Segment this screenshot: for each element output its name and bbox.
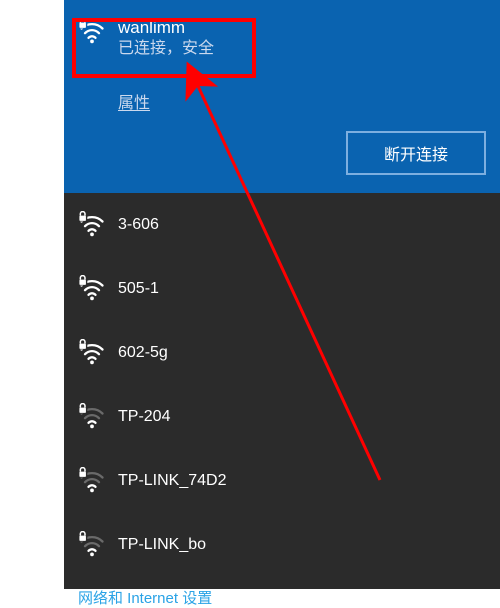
wifi-secure-icon bbox=[78, 467, 106, 495]
network-item[interactable]: TP-LINK_bo bbox=[64, 513, 500, 577]
network-item[interactable]: 3-606 bbox=[64, 193, 500, 257]
properties-label: 属性 bbox=[118, 95, 150, 112]
network-item[interactable]: TP-204 bbox=[64, 385, 500, 449]
properties-link[interactable]: 属性 bbox=[118, 89, 150, 113]
wifi-secure-icon bbox=[78, 339, 106, 367]
disconnect-row: 断开连接 bbox=[78, 131, 486, 175]
wifi-secure-icon bbox=[78, 403, 106, 431]
disconnect-button[interactable]: 断开连接 bbox=[346, 131, 486, 175]
wifi-flyout-panel: wanlimm 已连接，安全 属性 断开连接 3-606 bbox=[64, 0, 500, 589]
network-settings-link[interactable]: 网络和 Internet 设置 bbox=[64, 577, 500, 608]
network-item[interactable]: 505-1 bbox=[64, 257, 500, 321]
connected-status: 已连接，安全 bbox=[118, 38, 214, 60]
connected-header-row: wanlimm 已连接，安全 bbox=[78, 18, 486, 61]
network-ssid: 505-1 bbox=[118, 280, 159, 298]
connected-ssid: wanlimm bbox=[118, 18, 214, 38]
disconnect-label: 断开连接 bbox=[384, 147, 448, 164]
network-item[interactable]: 602-5g bbox=[64, 321, 500, 385]
wifi-secure-icon bbox=[78, 531, 106, 559]
connected-network[interactable]: wanlimm 已连接，安全 属性 断开连接 bbox=[64, 0, 500, 193]
wifi-secure-icon bbox=[78, 275, 106, 303]
network-ssid: 3-606 bbox=[118, 216, 159, 234]
network-settings-label: 网络和 Internet 设置 bbox=[78, 590, 212, 607]
network-ssid: TP-204 bbox=[118, 408, 170, 426]
network-item[interactable]: TP-LINK_74D2 bbox=[64, 449, 500, 513]
network-ssid: TP-LINK_74D2 bbox=[118, 472, 227, 490]
wifi-secure-icon bbox=[78, 18, 106, 46]
connected-text: wanlimm 已连接，安全 bbox=[118, 18, 214, 61]
network-ssid: 602-5g bbox=[118, 344, 168, 362]
available-networks-list: 3-606 505-1 602-5g bbox=[64, 193, 500, 577]
wifi-secure-icon bbox=[78, 211, 106, 239]
network-ssid: TP-LINK_bo bbox=[118, 536, 206, 554]
